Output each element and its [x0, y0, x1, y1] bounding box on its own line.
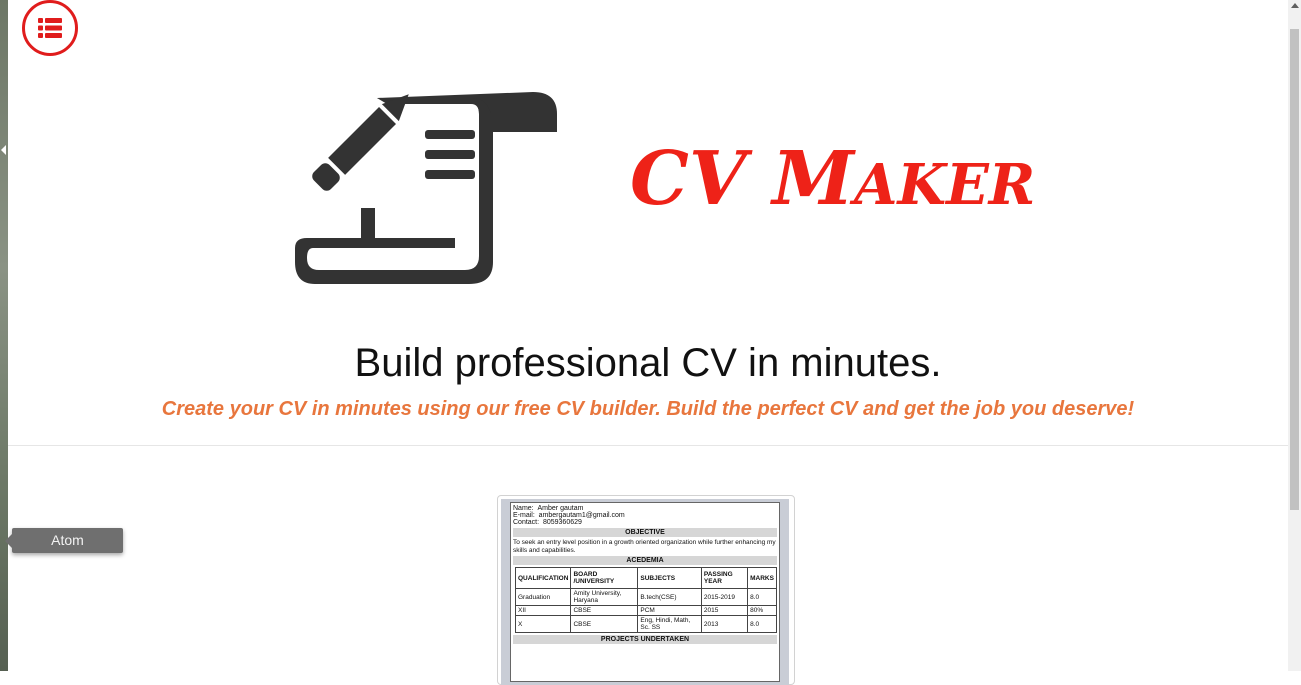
cv-paper: Name: Amber gautam E-mail: ambergautam1@… — [501, 499, 789, 685]
table-header: MARKS — [747, 567, 777, 589]
table-cell: Amity University, Haryana — [570, 588, 639, 606]
cv-preview: Name: Amber gautam E-mail: ambergautam1@… — [510, 502, 780, 682]
table-header: SUBJECTS — [637, 567, 702, 589]
menu-button[interactable] — [22, 0, 78, 56]
table-cell: XII — [514, 605, 572, 616]
table-cell: 8.0 — [747, 615, 777, 633]
divider — [8, 445, 1288, 446]
vertical-scrollbar[interactable] — [1288, 0, 1301, 671]
cv-email-line: E-mail: ambergautam1@gmail.com — [513, 512, 777, 519]
table-header: PASSING YEAR — [700, 567, 749, 589]
cv-objective-text: To seek an entry level position in a gro… — [513, 539, 776, 554]
list-icon — [38, 18, 62, 38]
cv-email-value: ambergautam1@gmail.com — [538, 512, 625, 519]
cv-name-value: Amber gautam — [537, 505, 584, 512]
table-row: XII CBSE PCM 2015 80% — [514, 605, 777, 616]
table-header: QUALIFICATION — [514, 567, 572, 589]
collapse-arrow-icon[interactable] — [1, 145, 6, 155]
table-cell: B.tech(CSE) — [637, 588, 702, 606]
table-cell: 2015 — [700, 605, 749, 616]
cv-name-label: Name: — [513, 505, 534, 512]
page: CV MAKER Build professional CV in minute… — [8, 0, 1288, 685]
brand-cv: CV — [630, 136, 773, 222]
table-cell: Graduation — [514, 588, 572, 606]
table-row: X CBSE Eng, Hindi, Math, Sc. SS 2013 8.0 — [514, 615, 777, 633]
scroll-thumb[interactable] — [1290, 29, 1299, 510]
cv-contact-label: Contact: — [513, 519, 540, 526]
scroll-pen-logo-icon — [295, 92, 557, 284]
cv-email-label: E-mail: — [513, 512, 535, 519]
scroll-up-arrow-icon[interactable] — [1291, 3, 1299, 8]
table-cell: X — [514, 615, 572, 633]
table-cell: 8.0 — [747, 588, 777, 606]
brand-m: M — [772, 136, 854, 222]
subline: Create your CV in minutes using our free… — [161, 398, 1135, 420]
cv-contact-line: Contact: 8059360629 — [513, 519, 777, 526]
cv-projects-title: PROJECTS UNDERTAKEN — [513, 635, 777, 644]
table-cell: 2013 — [700, 615, 749, 633]
cv-name-line: Name: Amber gautam — [513, 505, 777, 512]
cv-contact-value: 8059360629 — [542, 519, 582, 526]
table-row: Graduation Amity University, Haryana B.t… — [514, 588, 777, 606]
cv-academia-table: QUALIFICATION BOARD /UNIVERSITY SUBJECTS… — [514, 567, 777, 633]
table-cell: 80% — [747, 605, 777, 616]
brand-title: CV MAKER — [630, 142, 1035, 216]
headline: Build professional CV in minutes. — [354, 341, 942, 385]
left-edge-strip — [0, 0, 8, 671]
table-cell: 2015-2019 — [700, 588, 749, 606]
table-cell: PCM — [637, 605, 702, 616]
cv-objective-title: OBJECTIVE — [513, 528, 777, 537]
atom-tooltip: Atom — [5, 528, 123, 553]
table-cell: Eng, Hindi, Math, Sc. SS — [637, 615, 702, 633]
cv-template-card[interactable]: Name: Amber gautam E-mail: ambergautam1@… — [497, 495, 795, 685]
brand-aker: AKER — [854, 152, 1036, 218]
table-cell: CBSE — [570, 605, 639, 616]
cv-academia-title: ACEDEMIA — [513, 556, 777, 565]
table-cell: CBSE — [570, 615, 639, 633]
table-header-row: QUALIFICATION BOARD /UNIVERSITY SUBJECTS… — [514, 567, 777, 589]
table-header: BOARD /UNIVERSITY — [570, 567, 639, 589]
